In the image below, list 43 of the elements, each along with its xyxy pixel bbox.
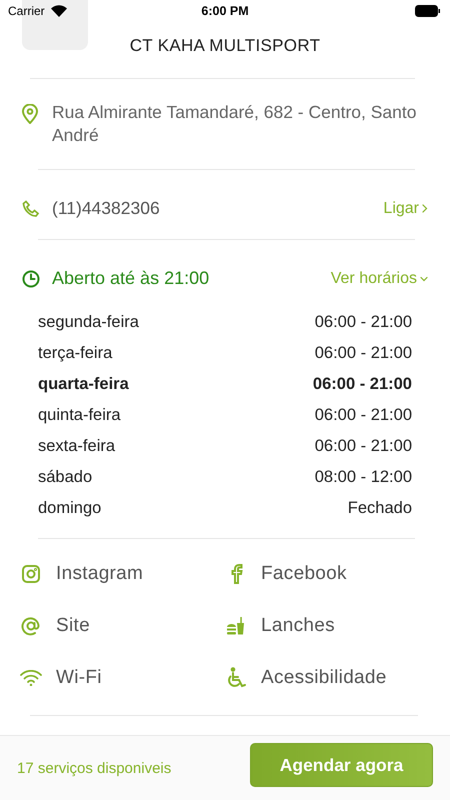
call-link[interactable]: Ligar (383, 200, 428, 218)
amenity-label: Site (56, 615, 90, 637)
day-name: sexta-feira (38, 437, 116, 456)
day-hours: 06:00 - 21:00 (312, 375, 412, 394)
carrier-name: Carrier (8, 4, 45, 18)
hours-toggle[interactable]: Ver horários (330, 270, 428, 288)
battery-icon (415, 5, 440, 17)
day-hours: 06:00 - 21:00 (314, 406, 412, 425)
phone-number: (11)44382306 (52, 198, 161, 219)
day-name: segunda-feira (38, 313, 139, 332)
page-title: CT KAHA MULTISPORT (128, 36, 322, 56)
location-pin-icon (22, 104, 38, 124)
address-text: Rua Almirante Tamandaré, 682 - Centro, Santo André (52, 101, 418, 147)
burger-drink-icon (226, 617, 246, 635)
amenity-label: Instagram (56, 563, 144, 585)
chevron-right-icon (422, 204, 428, 213)
wheelchair-icon (225, 667, 247, 689)
chevron-icon (420, 276, 428, 282)
schedule-button[interactable]: Agendar agora (250, 743, 433, 787)
day-name: terça-feira (38, 344, 112, 363)
open-status: Aberto até às 21:00 (52, 268, 210, 289)
day-name: quinta-feira (38, 406, 121, 425)
amenity-label: Acessibilidade (261, 667, 387, 689)
status-time: 6:00 PM (201, 4, 249, 18)
day-name: sábado (38, 468, 92, 487)
facebook-icon (229, 564, 243, 584)
day-hours: 08:00 - 12:00 (314, 468, 412, 487)
day-name: domingo (38, 499, 102, 518)
phone-icon (22, 200, 40, 218)
amenity-label: Lanches (261, 615, 335, 637)
day-name: quarta-feira (38, 375, 129, 394)
camera-icon (21, 564, 41, 584)
amenity-label: Wi-Fi (56, 667, 102, 689)
day-hours: 06:00 - 21:00 (314, 344, 412, 363)
amenity-label: Facebook (261, 563, 347, 585)
day-hours: 06:00 - 21:00 (314, 313, 412, 332)
clock-icon (22, 270, 40, 288)
day-hours: Fechado (348, 499, 412, 518)
day-hours: 06:00 - 21:00 (314, 437, 412, 456)
wifi-icon (20, 670, 42, 686)
services-count: 17 serviços disponiveis (17, 760, 172, 776)
at-sign-icon (21, 616, 41, 636)
wifi-signal-icon (50, 5, 67, 17)
